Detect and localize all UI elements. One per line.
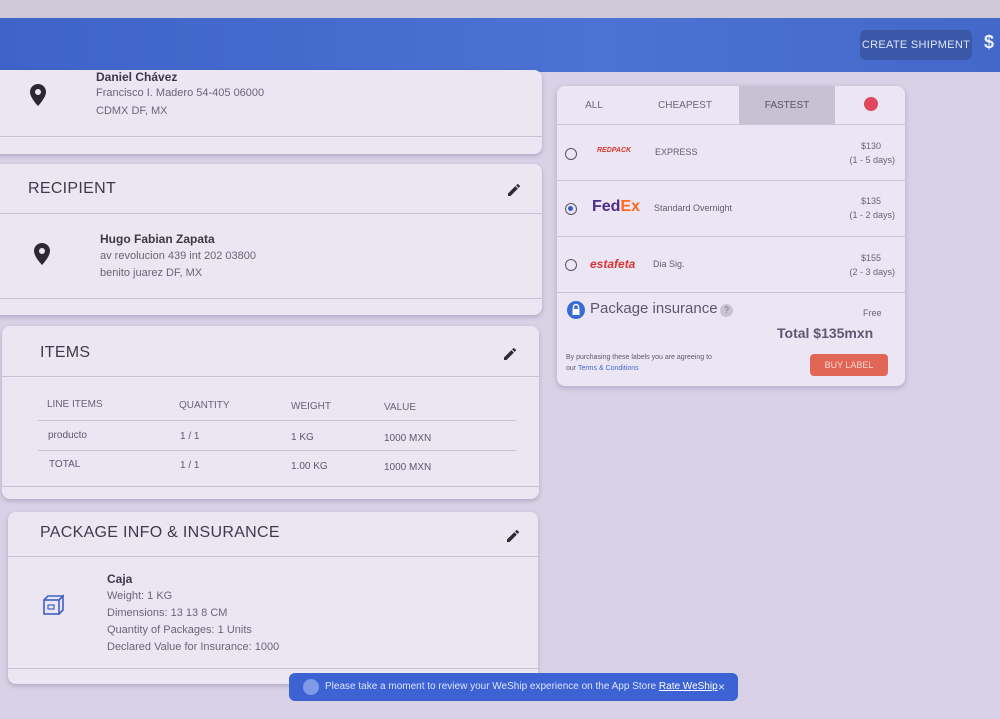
carrier-service: Standard Overnight — [654, 203, 733, 213]
package-card: PACKAGE INFO & INSURANCE Caja Weight: 1 … — [8, 512, 538, 684]
carrier-eta: (1 - 2 days) — [849, 210, 895, 220]
column-header-value: VALUE — [384, 402, 417, 413]
package-declared-value: Declared Value for Insurance: 1000 — [107, 641, 280, 653]
tab-fastest[interactable]: FASTEST — [739, 86, 835, 124]
buy-label-button[interactable]: BUY LABEL — [810, 354, 888, 376]
total-label: TOTAL — [49, 459, 81, 470]
close-icon[interactable]: × — [718, 680, 725, 694]
column-header-line-items: LINE ITEMS — [47, 399, 103, 410]
sender-name: Daniel Chávez — [96, 70, 178, 84]
package-weight: Weight: 1 KG — [107, 590, 173, 602]
edit-items-icon[interactable] — [502, 346, 518, 362]
edit-package-icon[interactable] — [505, 528, 521, 544]
divider — [2, 486, 539, 487]
snackbar-message-wrap: Please take a moment to review your WeSh… — [325, 681, 718, 692]
radio-button[interactable] — [565, 148, 577, 160]
snackbar-message: Please take a moment to review your WeSh… — [325, 681, 657, 692]
location-pin-icon — [34, 243, 50, 265]
divider — [38, 420, 516, 421]
sender-address-line2: CDMX DF, MX — [96, 105, 168, 117]
radio-button-selected[interactable] — [565, 203, 577, 215]
carrier-service: Dia Sig. — [653, 259, 685, 269]
carrier-option-fedex[interactable]: FedEx Standard Overnight $135 (1 - 2 day… — [557, 180, 905, 237]
recipient-address-line1: av revolucion 439 int 202 03800 — [100, 250, 256, 262]
radio-button[interactable] — [565, 259, 577, 271]
carrier-service: EXPRESS — [655, 147, 698, 157]
recipient-address-line2: benito juarez DF, MX — [100, 267, 203, 279]
location-pin-icon — [30, 84, 46, 106]
insurance-label: Package insurance — [590, 300, 718, 317]
create-shipment-button[interactable]: CREATE SHIPMENT — [860, 30, 972, 60]
items-title: ITEMS — [40, 344, 91, 361]
item-name: producto — [48, 430, 87, 441]
carrier-panel: ALL CHEAPEST FASTEST REDPACK EXPRESS $13… — [557, 86, 905, 386]
app-bar: CREATE SHIPMENT $ — [0, 18, 1000, 72]
total-quantity: 1 / 1 — [180, 460, 200, 471]
package-quantity: Quantity of Packages: 1 Units — [107, 624, 252, 636]
sender-address-line1: Francisco I. Madero 54-405 06000 — [96, 87, 265, 99]
total-weight: 1.00 KG — [291, 461, 328, 472]
fedex-logo: FedEx — [592, 198, 640, 216]
item-weight: 1 KG — [291, 432, 314, 443]
carrier-option-redpack[interactable]: REDPACK EXPRESS $130 (1 - 5 days) — [557, 124, 905, 181]
review-snackbar: Please take a moment to review your WeSh… — [289, 673, 738, 701]
divider — [38, 450, 516, 451]
box-icon — [43, 594, 64, 615]
recipient-card: RECIPIENT Hugo Fabian Zapata av revoluci… — [0, 164, 542, 315]
currency-icon[interactable]: $ — [984, 32, 994, 53]
divider — [2, 376, 539, 377]
carrier-price: $135 — [860, 196, 881, 206]
recipient-name: Hugo Fabian Zapata — [100, 232, 215, 246]
carrier-price: $155 — [860, 253, 881, 263]
carrier-price: $130 — [860, 141, 881, 151]
total-value: 1000 MXN — [384, 462, 432, 473]
divider — [8, 668, 538, 669]
alert-icon[interactable] — [864, 97, 878, 111]
terms-link[interactable]: Terms & Conditions — [578, 365, 639, 372]
lock-icon — [567, 301, 585, 319]
item-quantity: 1 / 1 — [180, 431, 200, 442]
sender-card: Daniel Chávez Francisco I. Madero 54-405… — [0, 70, 542, 154]
help-icon[interactable]: ? — [720, 304, 733, 317]
screen-top-strip — [0, 0, 1000, 18]
edit-recipient-icon[interactable] — [506, 182, 522, 198]
tab-cheapest[interactable]: CHEAPEST — [631, 86, 739, 124]
rate-weship-link[interactable]: Rate WeShip — [659, 681, 718, 692]
package-name: Caja — [107, 572, 133, 586]
estafeta-logo: estafeta — [590, 257, 636, 271]
item-value: 1000 MXN — [384, 433, 432, 444]
recipient-title: RECIPIENT — [28, 180, 117, 197]
insurance-price: Free — [863, 308, 882, 318]
fedex-logo-text: FedEx — [592, 198, 641, 215]
column-header-quantity: QUANTITY — [179, 400, 230, 411]
carrier-option-estafeta[interactable]: estafeta Dia Sig. $155 (2 - 3 days) — [557, 236, 905, 293]
carrier-eta: (2 - 3 days) — [849, 267, 895, 277]
tab-all[interactable]: ALL — [557, 86, 631, 124]
package-dimensions: Dimensions: 13 13 8 CM — [107, 607, 228, 619]
redpack-logo: REDPACK — [597, 147, 632, 154]
column-header-weight: WEIGHT — [291, 401, 331, 412]
divider — [0, 298, 542, 299]
carrier-eta: (1 - 5 days) — [849, 155, 895, 165]
terms-notice: By purchasing these labels you are agree… — [566, 352, 716, 374]
divider — [0, 213, 542, 214]
total-price: Total $135mxn — [777, 325, 874, 341]
divider — [8, 556, 538, 557]
package-title: PACKAGE INFO & INSURANCE — [40, 524, 280, 541]
app-store-icon — [303, 679, 319, 695]
items-card: ITEMS LINE ITEMS QUANTITY WEIGHT VALUE p… — [2, 326, 539, 499]
divider — [557, 292, 905, 293]
divider — [0, 136, 542, 137]
